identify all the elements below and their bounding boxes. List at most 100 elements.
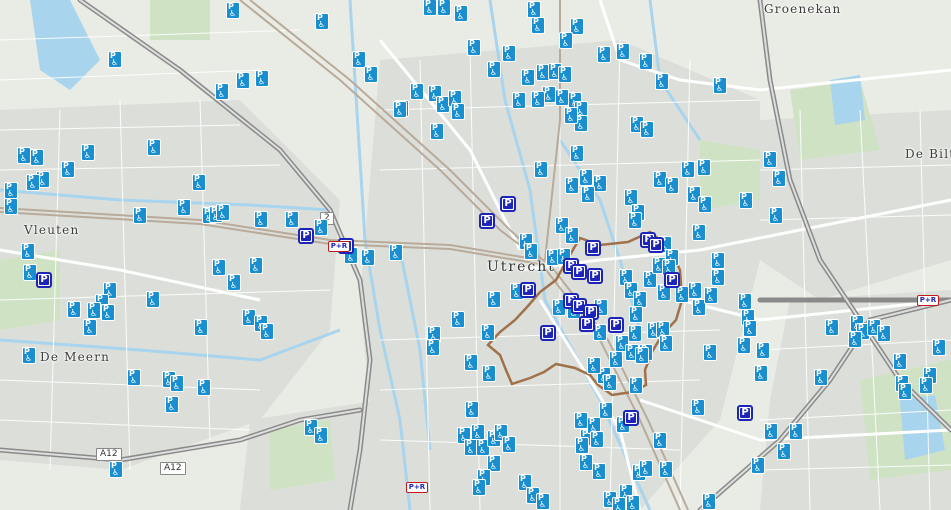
disabled-parking-marker[interactable]: P♿ (537, 65, 549, 80)
disabled-parking-marker[interactable]: P♿ (424, 0, 436, 15)
disabled-parking-marker[interactable]: P♿ (630, 307, 642, 322)
disabled-parking-marker[interactable]: P♿ (488, 292, 500, 307)
disabled-parking-marker[interactable]: P♿ (472, 425, 484, 440)
disabled-parking-marker[interactable]: P♿ (656, 74, 668, 89)
disabled-parking-marker[interactable]: P♿ (110, 462, 122, 477)
disabled-parking-marker[interactable]: P♿ (535, 162, 547, 177)
disabled-parking-marker[interactable]: P♿ (894, 354, 906, 369)
parking-garage-marker[interactable]: P (571, 264, 587, 280)
disabled-parking-marker[interactable]: P♿ (790, 424, 802, 439)
disabled-parking-marker[interactable]: P♿ (617, 44, 629, 59)
disabled-parking-marker[interactable]: P♿ (699, 197, 711, 212)
disabled-parking-marker[interactable]: P♿ (899, 384, 911, 399)
disabled-parking-marker[interactable]: P♿ (773, 171, 785, 186)
disabled-parking-marker[interactable]: P♿ (171, 376, 183, 391)
disabled-parking-marker[interactable]: P♿ (712, 253, 724, 268)
disabled-parking-marker[interactable]: P♿ (640, 461, 652, 476)
map-canvas[interactable]: Groenekan De Bilt Vleuten Utrecht De Mee… (0, 0, 951, 510)
disabled-parking-marker[interactable]: P♿ (68, 302, 80, 317)
disabled-parking-marker[interactable]: P♿ (594, 325, 606, 340)
disabled-parking-marker[interactable]: P♿ (693, 300, 705, 315)
disabled-parking-marker[interactable]: P♿ (778, 444, 790, 459)
parking-garage-marker[interactable]: P (648, 237, 664, 253)
disabled-parking-marker[interactable]: P♿ (636, 348, 648, 363)
disabled-parking-marker[interactable]: P♿ (740, 193, 752, 208)
disabled-parking-marker[interactable]: P♿ (641, 122, 653, 137)
disabled-parking-marker[interactable]: P♿ (654, 433, 666, 448)
disabled-parking-marker[interactable]: P♿ (22, 244, 34, 259)
disabled-parking-marker[interactable]: P♿ (559, 67, 571, 82)
park-and-ride-marker[interactable]: P+R (917, 295, 939, 306)
disabled-parking-marker[interactable]: P♿ (580, 455, 592, 470)
disabled-parking-marker[interactable]: P♿ (394, 102, 406, 117)
parking-garage-marker[interactable]: P (298, 228, 314, 244)
disabled-parking-marker[interactable]: P♿ (752, 458, 764, 473)
disabled-parking-marker[interactable]: P♿ (528, 2, 540, 17)
disabled-parking-marker[interactable]: P♿ (739, 294, 751, 309)
disabled-parking-marker[interactable]: P♿ (411, 84, 423, 99)
disabled-parking-marker[interactable]: P♿ (431, 124, 443, 139)
disabled-parking-marker[interactable]: P♿ (488, 62, 500, 77)
disabled-parking-marker[interactable]: P♿ (482, 325, 494, 340)
disabled-parking-marker[interactable]: P♿ (580, 170, 592, 185)
disabled-parking-marker[interactable]: P♿ (878, 326, 890, 341)
disabled-parking-marker[interactable]: P♿ (660, 336, 672, 351)
disabled-parking-marker[interactable]: P♿ (693, 225, 705, 240)
disabled-parking-marker[interactable]: P♿ (128, 370, 140, 385)
disabled-parking-marker[interactable]: P♿ (18, 148, 30, 163)
disabled-parking-marker[interactable]: P♿ (640, 54, 652, 69)
disabled-parking-marker[interactable]: P♿ (532, 18, 544, 33)
parking-garage-marker[interactable]: P (520, 282, 536, 298)
disabled-parking-marker[interactable]: P♿ (644, 272, 656, 287)
disabled-parking-marker[interactable]: P♿ (427, 340, 439, 355)
disabled-parking-marker[interactable]: P♿ (532, 92, 544, 107)
disabled-parking-marker[interactable]: P♿ (525, 244, 537, 259)
disabled-parking-marker[interactable]: P♿ (315, 220, 327, 235)
disabled-parking-marker[interactable]: P♿ (227, 3, 239, 18)
disabled-parking-marker[interactable]: P♿ (437, 97, 449, 112)
disabled-parking-marker[interactable]: P♿ (634, 292, 646, 307)
disabled-parking-marker[interactable]: P♿ (556, 90, 568, 105)
disabled-parking-marker[interactable]: P♿ (255, 212, 267, 227)
disabled-parking-marker[interactable]: P♿ (483, 366, 495, 381)
disabled-parking-marker[interactable]: P♿ (613, 498, 625, 510)
disabled-parking-marker[interactable]: P♿ (682, 162, 694, 177)
disabled-parking-marker[interactable]: P♿ (316, 14, 328, 29)
disabled-parking-marker[interactable]: P♿ (689, 283, 701, 298)
disabled-parking-marker[interactable]: P♿ (576, 438, 588, 453)
disabled-parking-marker[interactable]: P♿ (62, 162, 74, 177)
disabled-parking-marker[interactable]: P♿ (228, 275, 240, 290)
disabled-parking-marker[interactable]: P♿ (588, 358, 600, 373)
parking-garage-marker[interactable]: P (500, 196, 516, 212)
disabled-parking-marker[interactable]: P♿ (849, 332, 861, 347)
disabled-parking-marker[interactable]: P♿ (566, 228, 578, 243)
disabled-parking-marker[interactable]: P♿ (654, 172, 666, 187)
disabled-parking-marker[interactable]: P♿ (522, 70, 534, 85)
parking-garage-marker[interactable]: P (587, 268, 603, 284)
park-and-ride-marker[interactable]: P+R (328, 241, 350, 252)
disabled-parking-marker[interactable]: P♿ (109, 52, 121, 67)
disabled-parking-marker[interactable]: P♿ (250, 258, 262, 273)
disabled-parking-marker[interactable]: P♿ (738, 338, 750, 353)
disabled-parking-marker[interactable]: P♿ (764, 152, 776, 167)
disabled-parking-marker[interactable]: P♿ (452, 312, 464, 327)
disabled-parking-marker[interactable]: P♿ (178, 200, 190, 215)
disabled-parking-marker[interactable]: P♿ (82, 145, 94, 160)
disabled-parking-marker[interactable]: P♿ (468, 40, 480, 55)
disabled-parking-marker[interactable]: P♿ (933, 340, 945, 355)
disabled-parking-marker[interactable]: P♿ (571, 19, 583, 34)
disabled-parking-marker[interactable]: P♿ (571, 146, 583, 161)
disabled-parking-marker[interactable]: P♿ (757, 343, 769, 358)
disabled-parking-marker[interactable]: P♿ (237, 73, 249, 88)
disabled-parking-marker[interactable]: P♿ (5, 199, 17, 214)
disabled-parking-marker[interactable]: P♿ (390, 245, 402, 260)
disabled-parking-marker[interactable]: P♿ (5, 183, 17, 198)
parking-garage-marker[interactable]: P (623, 410, 639, 426)
park-and-ride-marker[interactable]: P+R (406, 482, 428, 493)
disabled-parking-marker[interactable]: P♿ (600, 403, 612, 418)
disabled-parking-marker[interactable]: P♿ (815, 370, 827, 385)
disabled-parking-marker[interactable]: P♿ (166, 397, 178, 412)
disabled-parking-marker[interactable]: P♿ (537, 494, 549, 509)
parking-garage-marker[interactable]: P (36, 272, 52, 288)
disabled-parking-marker[interactable]: P♿ (193, 175, 205, 190)
